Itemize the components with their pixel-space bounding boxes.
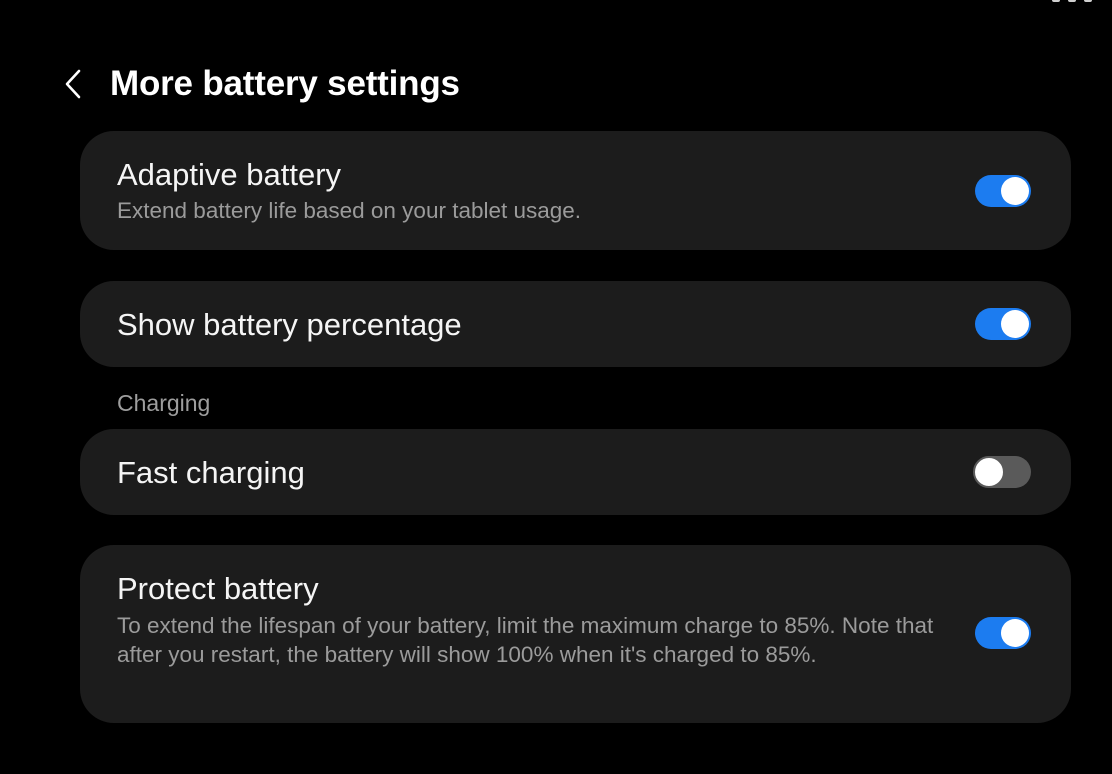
- section-label-charging: Charging: [117, 390, 211, 416]
- fast-charging-title: Fast charging: [117, 455, 305, 490]
- protect-battery-description: To extend the lifespan of your battery, …: [117, 613, 934, 667]
- toggle-knob: [973, 456, 1005, 488]
- fast-charging-card[interactable]: Fast charging: [80, 429, 1071, 515]
- adaptive-battery-title: Adaptive battery: [117, 157, 342, 192]
- adaptive-battery-toggle[interactable]: [975, 175, 1031, 207]
- battery-icon: [1084, 0, 1092, 2]
- toggle-knob: [1001, 177, 1029, 205]
- protect-battery-card[interactable]: Protect battery To extend the lifespan o…: [80, 545, 1071, 723]
- protect-battery-title: Protect battery: [117, 571, 319, 606]
- page-title: More battery settings: [110, 64, 460, 103]
- show-battery-percentage-card[interactable]: Show battery percentage: [80, 281, 1071, 367]
- show-battery-percentage-toggle[interactable]: [975, 308, 1031, 340]
- notification-icon: [1052, 0, 1060, 2]
- toggle-knob: [1001, 619, 1029, 647]
- status-bar: [1052, 0, 1092, 6]
- chevron-left-icon: [65, 69, 81, 99]
- fast-charging-toggle[interactable]: [973, 456, 1031, 488]
- protect-battery-toggle[interactable]: [975, 617, 1031, 649]
- header: More battery settings: [56, 58, 460, 110]
- adaptive-battery-description: Extend battery life based on your tablet…: [117, 198, 582, 223]
- toggle-knob: [1001, 310, 1029, 338]
- wifi-icon: [1068, 0, 1076, 2]
- back-button[interactable]: [56, 62, 90, 106]
- show-battery-percentage-title: Show battery percentage: [117, 307, 462, 342]
- adaptive-battery-card[interactable]: Adaptive battery Extend battery life bas…: [80, 131, 1071, 250]
